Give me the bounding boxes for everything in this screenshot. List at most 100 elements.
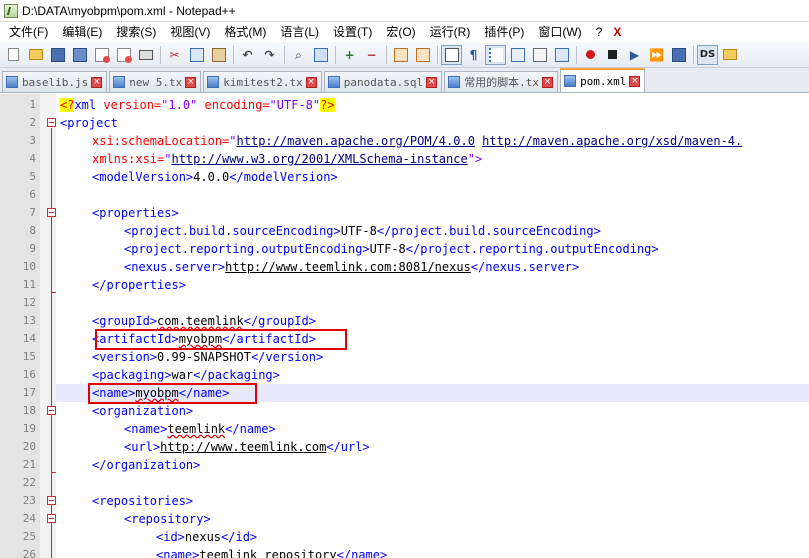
doc-map-icon[interactable] [529,45,550,65]
menu-language[interactable]: 语言(L) [273,22,326,42]
user-lang-icon[interactable] [507,45,528,65]
tab-common-scripts[interactable]: 常用的脚本.tx × [444,71,559,92]
tab-label: 常用的脚本.tx [464,76,540,89]
line-number: 14 [22,332,36,345]
code-text: <url>http://www.teemlink.com</url> [124,440,370,454]
tab-label: new 5.tx [129,75,183,89]
tab-close-icon[interactable]: × [305,76,317,88]
close-document-button[interactable]: X [609,22,625,42]
print-icon[interactable] [135,45,156,65]
sync-vertical-icon[interactable] [390,45,411,65]
menu-settings[interactable]: 设置(T) [326,22,379,42]
zoom-out-icon[interactable]: − [361,45,382,65]
new-file-icon[interactable] [3,45,24,65]
code-text: <packaging>war</packaging> [92,368,280,382]
code-line: 8 <project.build.sourceEncoding>UTF-8</p… [29,222,809,240]
code-line: 6 [29,186,809,204]
replace-icon[interactable] [310,45,331,65]
line-number: 7 [29,206,36,219]
open-file-icon[interactable] [25,45,46,65]
menu-edit[interactable]: 编辑(E) [55,22,109,42]
code-area[interactable]: 1 <?xml version="1.0" encoding="UTF-8"?>… [23,94,809,558]
menu-file[interactable]: 文件(F) [2,22,55,42]
code-line: 22 [23,474,809,492]
line-number: 6 [29,188,36,201]
code-line: 1 <?xml version="1.0" encoding="UTF-8"?> [29,96,809,114]
tab-label: panodata.sql [343,75,424,89]
code-text: <repository> [124,512,211,526]
code-text: <project [60,116,118,130]
menu-plugins[interactable]: 插件(P) [477,22,531,42]
word-wrap-icon[interactable] [441,44,462,65]
tab-label: pom.xml [580,74,627,88]
line-number: 3 [29,134,36,147]
code-line: 26 <name>teemlink repository</name> [23,546,809,558]
save-macro-icon[interactable] [668,45,689,65]
redo-icon[interactable]: ↷ [259,45,280,65]
toolbar-separator [386,45,387,64]
fold-toggle-icon[interactable] [47,118,56,127]
line-number: 9 [29,242,36,255]
line-number: 12 [22,296,36,309]
stop-record-icon[interactable] [602,45,623,65]
line-number: 23 [22,494,36,507]
find-icon[interactable]: ⌕ [288,45,309,65]
menu-macro[interactable]: 宏(O) [379,22,422,42]
zoom-in-icon[interactable]: + [339,45,360,65]
tab-close-icon[interactable]: × [426,76,438,88]
tab-baselib-js[interactable]: baselib.js × [2,71,108,92]
editor-pane[interactable]: 1 <?xml version="1.0" encoding="UTF-8"?>… [0,94,809,558]
folder-plugin-icon[interactable] [719,45,740,65]
save-icon[interactable] [47,45,68,65]
file-saved-icon [207,76,220,88]
line-number: 10 [22,260,36,273]
fold-toggle-icon[interactable] [47,208,56,217]
paste-icon[interactable] [208,45,229,65]
menu-format[interactable]: 格式(M) [217,22,273,42]
fold-toggle-icon[interactable] [47,514,56,523]
toolbar-separator [576,45,577,64]
undo-icon[interactable]: ↶ [237,45,258,65]
menu-view[interactable]: 视图(V) [163,22,217,42]
line-number: 22 [22,476,36,489]
tab-new-5[interactable]: new 5.tx × [109,71,202,92]
cut-icon[interactable]: ✂ [164,45,185,65]
menu-help[interactable]: ? [589,22,610,42]
indent-guide-icon[interactable] [485,44,506,65]
code-text: </properties> [92,278,186,292]
file-saved-icon [564,75,577,87]
copy-icon[interactable] [186,45,207,65]
code-text: <organization> [92,404,194,418]
line-number: 5 [29,170,36,183]
code-text: <properties> [92,206,179,220]
menu-run[interactable]: 运行(R) [423,22,478,42]
menu-search[interactable]: 搜索(S) [109,22,163,42]
tab-label: baselib.js [22,75,89,89]
sync-horizontal-icon[interactable] [412,45,433,65]
fold-margin [40,94,56,558]
tab-kimitest2[interactable]: kimitest2.tx × [203,71,322,92]
record-macro-icon[interactable] [580,45,601,65]
function-list-icon[interactable] [551,45,572,65]
code-text: <name>teemlink</name> [124,422,276,436]
ds-plugin-icon[interactable]: DS [697,44,718,65]
tab-close-icon[interactable]: × [91,76,103,88]
save-all-icon[interactable] [69,45,90,65]
notepad-plus-plus-app-icon [4,3,18,18]
fold-toggle-icon[interactable] [47,496,56,505]
toolbar-separator [335,45,336,64]
fold-toggle-icon[interactable] [47,406,56,415]
tab-close-icon[interactable]: × [629,75,641,87]
play-macro-icon[interactable]: ▶ [624,45,645,65]
code-text: <?xml version="1.0" encoding="UTF-8"?> [60,98,335,112]
run-macro-multiple-icon[interactable]: ⏩ [646,45,667,65]
close-all-icon[interactable] [113,45,134,65]
show-all-chars-icon[interactable]: ¶ [463,45,484,65]
line-number: 2 [29,116,36,129]
tab-pom-xml[interactable]: pom.xml × [560,68,646,92]
close-icon[interactable] [91,45,112,65]
menu-window[interactable]: 窗口(W) [531,22,588,42]
tab-panodata-sql[interactable]: panodata.sql × [323,71,443,92]
tab-close-icon[interactable]: × [185,76,197,88]
tab-close-icon[interactable]: × [542,76,554,88]
